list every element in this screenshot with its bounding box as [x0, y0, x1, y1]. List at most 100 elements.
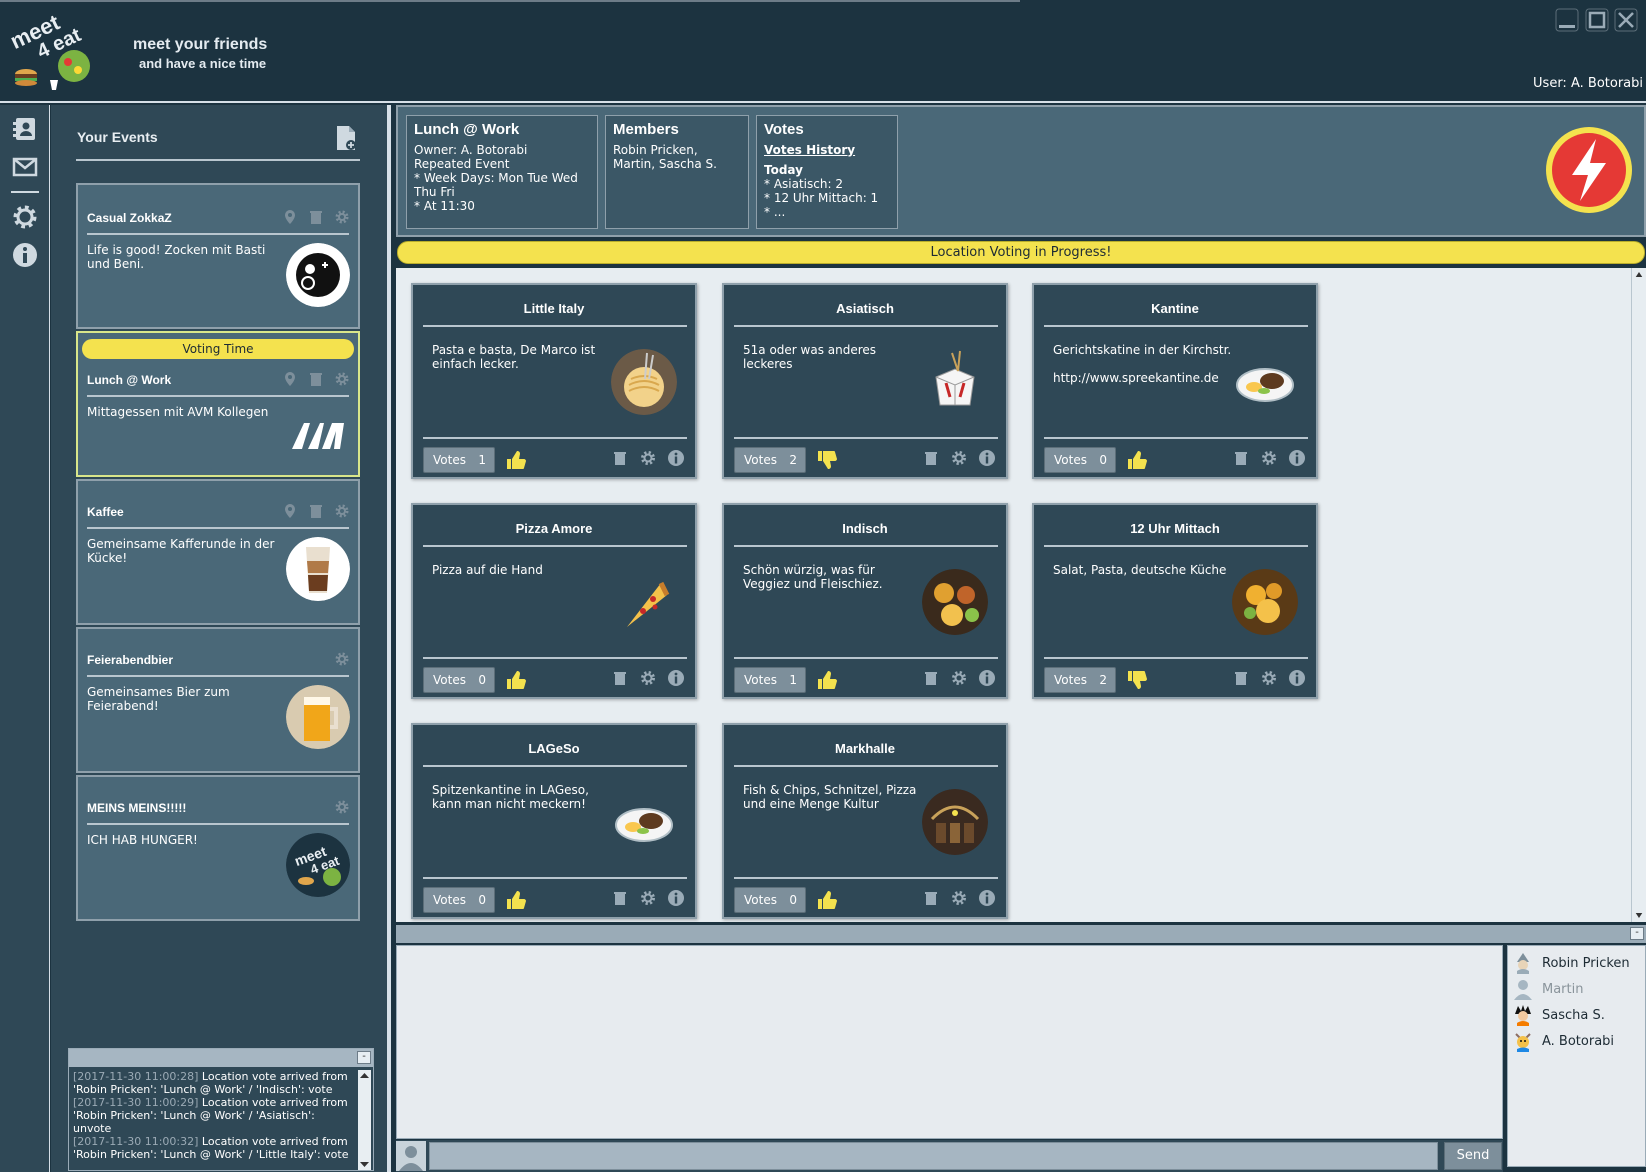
location-card[interactable]: Little Italy Pasta e basta, De Marco ist…	[411, 283, 697, 479]
chat-member[interactable]: Martin	[1508, 976, 1645, 1002]
gear-icon[interactable]	[334, 651, 350, 667]
location-title: LAGeSo	[528, 741, 580, 756]
location-card[interactable]: 12 Uhr Mittach Salat, Pasta, deutsche Kü…	[1032, 503, 1318, 699]
thumbs-down-icon[interactable]	[816, 449, 838, 471]
send-button[interactable]: Send	[1444, 1142, 1502, 1170]
gear-icon[interactable]	[1260, 669, 1278, 687]
location-card[interactable]: Markhalle Fish & Chips, Schnitzel, Pizza…	[722, 723, 1008, 919]
gear-icon[interactable]	[334, 799, 350, 815]
takeout-box-icon	[935, 350, 975, 406]
location-card[interactable]: LAGeSo Spitzenkantine in LAGeso, kann ma…	[411, 723, 697, 919]
gear-icon[interactable]	[639, 889, 657, 907]
locations-scrollbar[interactable]	[1631, 268, 1646, 922]
trash-icon[interactable]	[922, 449, 940, 467]
gear-icon[interactable]	[334, 371, 350, 387]
chat-member[interactable]: A. Botorabi	[1508, 1028, 1645, 1054]
gear-icon[interactable]	[334, 209, 350, 225]
location-footer-divider	[1044, 657, 1308, 659]
minimize-window-icon[interactable]	[1555, 8, 1579, 32]
location-url[interactable]: http://www.spreekantine.de	[1053, 371, 1219, 385]
log-minimize-button[interactable]: -	[357, 1051, 371, 1064]
info-icon[interactable]	[978, 889, 996, 907]
trash-icon[interactable]	[611, 889, 629, 907]
new-event-icon[interactable]	[334, 125, 358, 151]
current-user: User: A. Botorabi	[1533, 76, 1643, 91]
info-icon[interactable]	[11, 241, 39, 269]
thumbs-up-icon[interactable]	[816, 669, 838, 691]
gear-icon[interactable]	[950, 889, 968, 907]
info-icon[interactable]	[978, 449, 996, 467]
location-title: Little Italy	[523, 301, 585, 316]
log-scrollbar[interactable]	[358, 1070, 371, 1170]
market-hall-icon	[922, 789, 988, 855]
thumbs-up-icon[interactable]	[505, 669, 527, 691]
chat-member[interactable]: Robin Pricken	[1508, 950, 1645, 976]
votes-counter: Votes 0	[423, 667, 495, 693]
avatar-cartoon-icon	[1515, 1033, 1531, 1052]
info-icon[interactable]	[667, 669, 685, 687]
contacts-icon[interactable]	[11, 115, 39, 143]
location-voting-status: Location Voting in Progress!	[397, 241, 1645, 264]
location-card[interactable]: Asiatisch 51a oder was anderes leckeres …	[722, 283, 1008, 479]
vote-summary-line: * ...	[764, 205, 786, 219]
votes-history-link[interactable]: Votes History	[764, 143, 890, 157]
info-icon[interactable]	[1288, 449, 1306, 467]
thumbs-up-icon[interactable]	[505, 449, 527, 471]
info-icon[interactable]	[667, 889, 685, 907]
thumbs-up-icon[interactable]	[1126, 449, 1148, 471]
location-divider	[734, 325, 998, 327]
location-divider	[423, 545, 687, 547]
event-info-title: Lunch @ Work	[414, 121, 520, 138]
event-card[interactable]: Casual ZokkaZ Life is good! Zocken mit B…	[76, 183, 360, 329]
trash-icon[interactable]	[1232, 449, 1250, 467]
settings-gear-icon[interactable]	[11, 203, 39, 231]
mail-icon[interactable]	[11, 153, 39, 181]
chat-member[interactable]: Sascha S.	[1508, 1002, 1645, 1028]
pizza-slice-icon	[627, 581, 670, 627]
location-card[interactable]: Indisch Schön würzig, was für Veggiez un…	[722, 503, 1008, 699]
location-card[interactable]: Pizza Amore Pizza auf die Hand Votes 0	[411, 503, 697, 699]
lightning-bolt-icon[interactable]	[1544, 125, 1634, 215]
trash-icon[interactable]	[308, 209, 324, 225]
gear-icon[interactable]	[950, 669, 968, 687]
event-card[interactable]: MEINS MEINS!!!!! ICH HAB HUNGER! meet 4 …	[76, 775, 360, 921]
chat-message-input[interactable]	[429, 1142, 1438, 1170]
chat-minimize-button[interactable]: -	[1630, 927, 1644, 940]
event-card[interactable]: Feierabendbier Gemeinsames Bier zum Feie…	[76, 627, 360, 773]
trash-icon[interactable]	[611, 669, 629, 687]
trash-icon[interactable]	[308, 503, 324, 519]
gear-icon[interactable]	[639, 449, 657, 467]
trash-icon[interactable]	[922, 669, 940, 687]
thumbs-up-icon[interactable]	[505, 889, 527, 911]
location-title: Markhalle	[835, 741, 895, 756]
gear-icon[interactable]	[1260, 449, 1278, 467]
event-title: Feierabendbier	[87, 653, 174, 667]
events-title: Your Events	[77, 129, 158, 145]
trash-icon[interactable]	[611, 449, 629, 467]
location-divider	[1044, 545, 1308, 547]
location-pin-icon[interactable]	[282, 503, 298, 519]
gear-icon[interactable]	[334, 503, 350, 519]
event-card[interactable]: Kaffee Gemeinsame Kafferunde in der Kück…	[76, 479, 360, 625]
maximize-window-icon[interactable]	[1585, 8, 1609, 32]
avatar-placeholder-icon	[1514, 980, 1532, 1000]
location-pin-icon[interactable]	[282, 371, 298, 387]
log-entry: [2017-11-30 11:00:28] Location vote arri…	[73, 1070, 348, 1096]
info-icon[interactable]	[667, 449, 685, 467]
info-icon[interactable]	[978, 669, 996, 687]
location-card[interactable]: Kantine Gerichtskatine in der Kirchstr. …	[1032, 283, 1318, 479]
nav-iconbar	[0, 105, 50, 1172]
thumbs-down-icon[interactable]	[1126, 669, 1148, 691]
coffee-icon	[286, 537, 350, 601]
votes-counter: Votes 0	[734, 887, 806, 913]
gear-icon[interactable]	[639, 669, 657, 687]
event-card-active[interactable]: Voting Time Lunch @ Work Mittagessen mit…	[76, 331, 360, 477]
gear-icon[interactable]	[950, 449, 968, 467]
trash-icon[interactable]	[308, 371, 324, 387]
trash-icon[interactable]	[1232, 669, 1250, 687]
thumbs-up-icon[interactable]	[816, 889, 838, 911]
info-icon[interactable]	[1288, 669, 1306, 687]
trash-icon[interactable]	[922, 889, 940, 907]
location-pin-icon[interactable]	[282, 209, 298, 225]
close-window-icon[interactable]	[1614, 8, 1638, 32]
